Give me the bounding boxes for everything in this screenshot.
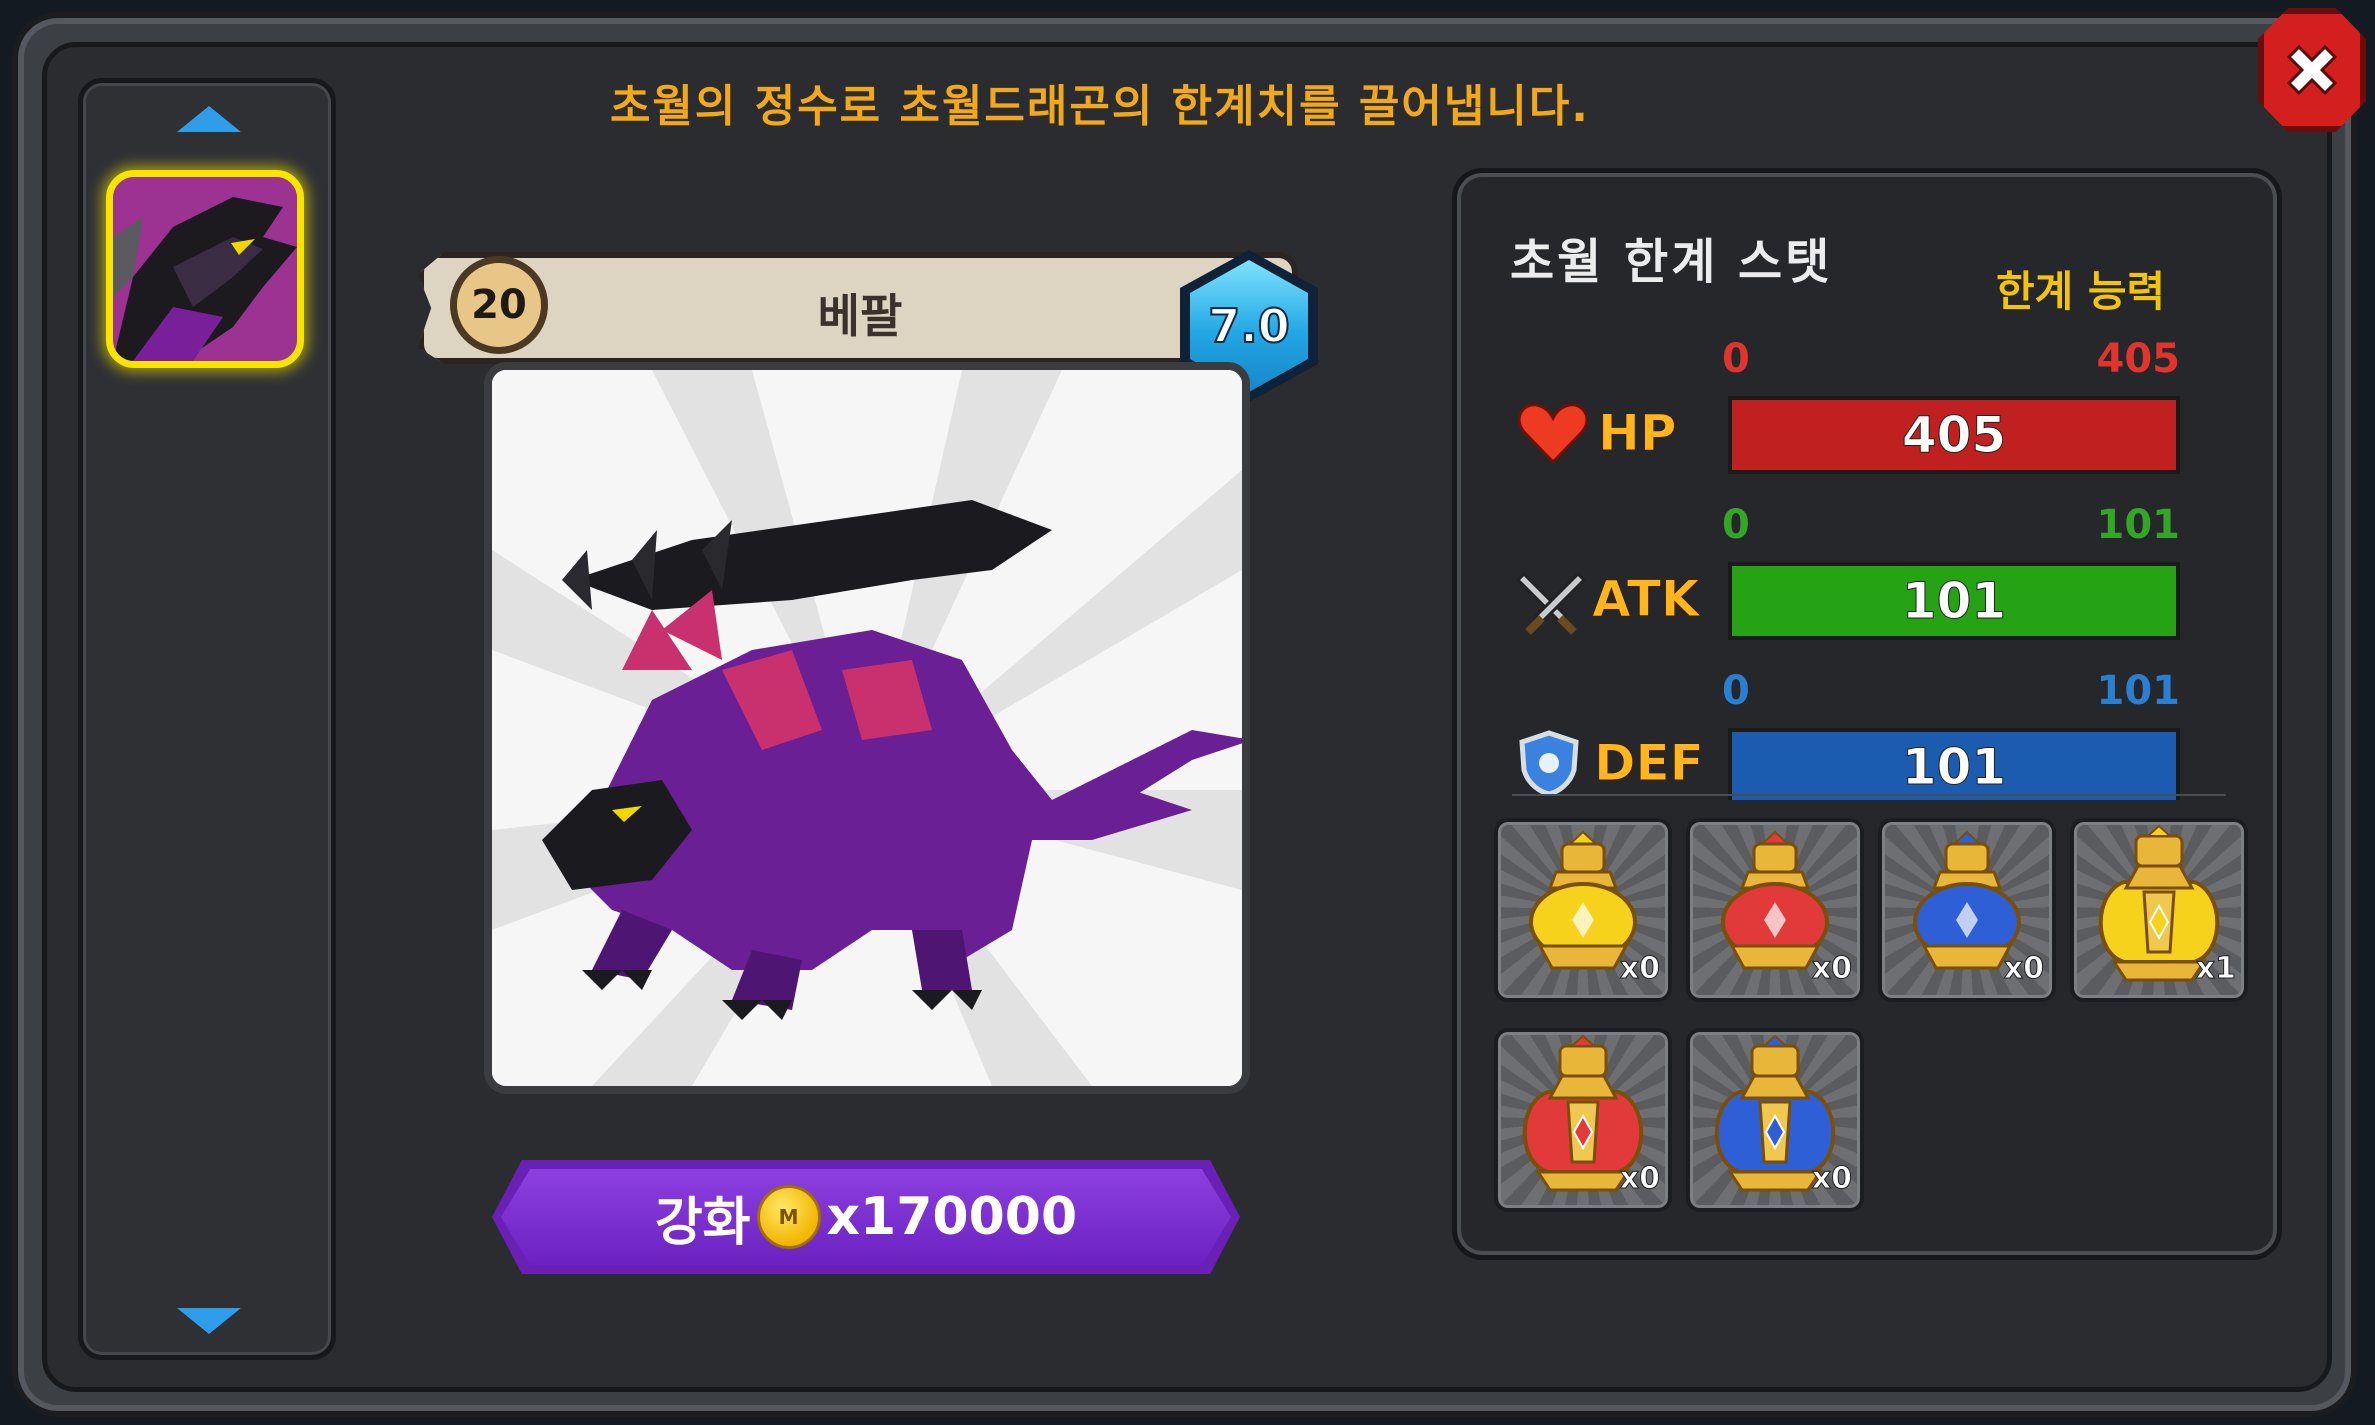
enhance-label: 강화 <box>654 1192 751 1253</box>
scroll-up-arrow-icon[interactable] <box>177 106 241 132</box>
item-count: x0 <box>2003 951 2044 987</box>
item-count: x0 <box>1811 951 1852 987</box>
scroll-down-arrow-icon[interactable] <box>177 1308 241 1334</box>
level-badge: 20 <box>450 256 548 354</box>
essence-item-slot[interactable]: x0 <box>1494 818 1672 1002</box>
dragon-head-icon <box>113 177 297 361</box>
def-max: 101 <box>2096 668 2181 714</box>
instruction-text: 초월의 정수로 초월드래곤의 한계치를 끌어냅니다. <box>609 81 1591 132</box>
essence-item-slot[interactable]: x1 <box>2070 818 2248 1002</box>
enhance-button-face: 강화 M x170000 <box>501 1169 1231 1265</box>
hp-label: HP <box>1598 404 1677 463</box>
shield-icon <box>1516 730 1582 800</box>
dragon-image <box>492 370 1242 1086</box>
enhance-button[interactable]: 강화 M x170000 <box>492 1160 1240 1274</box>
dragon-thumbnail-selected[interactable] <box>106 170 304 368</box>
essence-item-slot[interactable]: x0 <box>1686 818 1864 1002</box>
item-count: x0 <box>1619 951 1660 987</box>
essence-item-slot[interactable]: x0 <box>1494 1028 1672 1212</box>
enhance-cost: x170000 <box>826 1187 1078 1247</box>
hp-bar-track: 405 <box>1728 396 2180 474</box>
item-count: x0 <box>1619 1161 1660 1197</box>
atk-min: 0 <box>1722 502 1750 548</box>
def-label: DEF <box>1594 734 1705 793</box>
item-count: x1 <box>2195 951 2236 987</box>
limit-ability-label: 한계 능력 <box>1996 267 2166 316</box>
stats-divider <box>1512 794 2226 796</box>
hp-max: 405 <box>2096 336 2181 382</box>
atk-bar-track: 101 <box>1728 562 2180 640</box>
dragon-portrait <box>484 362 1250 1094</box>
coin-icon: M <box>756 1185 821 1249</box>
close-icon <box>2286 44 2338 96</box>
hp-min: 0 <box>1722 336 1750 382</box>
dragon-name: 베팔 <box>817 289 903 343</box>
essence-item-slot[interactable]: x0 <box>1878 818 2056 1002</box>
atk-bar: 101 <box>1728 562 2180 640</box>
essence-item-slot[interactable]: x0 <box>1686 1028 1864 1212</box>
def-bar: 101 <box>1728 728 2180 800</box>
close-button[interactable] <box>2258 8 2366 132</box>
item-count: x0 <box>1811 1161 1852 1197</box>
atk-label: ATK <box>1592 570 1701 629</box>
hp-bar: 405 <box>1728 396 2180 474</box>
stats-title: 초월 한계 스탯 <box>1510 234 1833 290</box>
def-bar-track: 101 <box>1728 728 2180 800</box>
heart-icon <box>1517 402 1589 468</box>
def-min: 0 <box>1722 668 1750 714</box>
atk-max: 101 <box>2096 502 2181 548</box>
crossed-swords-icon <box>1515 566 1587 640</box>
